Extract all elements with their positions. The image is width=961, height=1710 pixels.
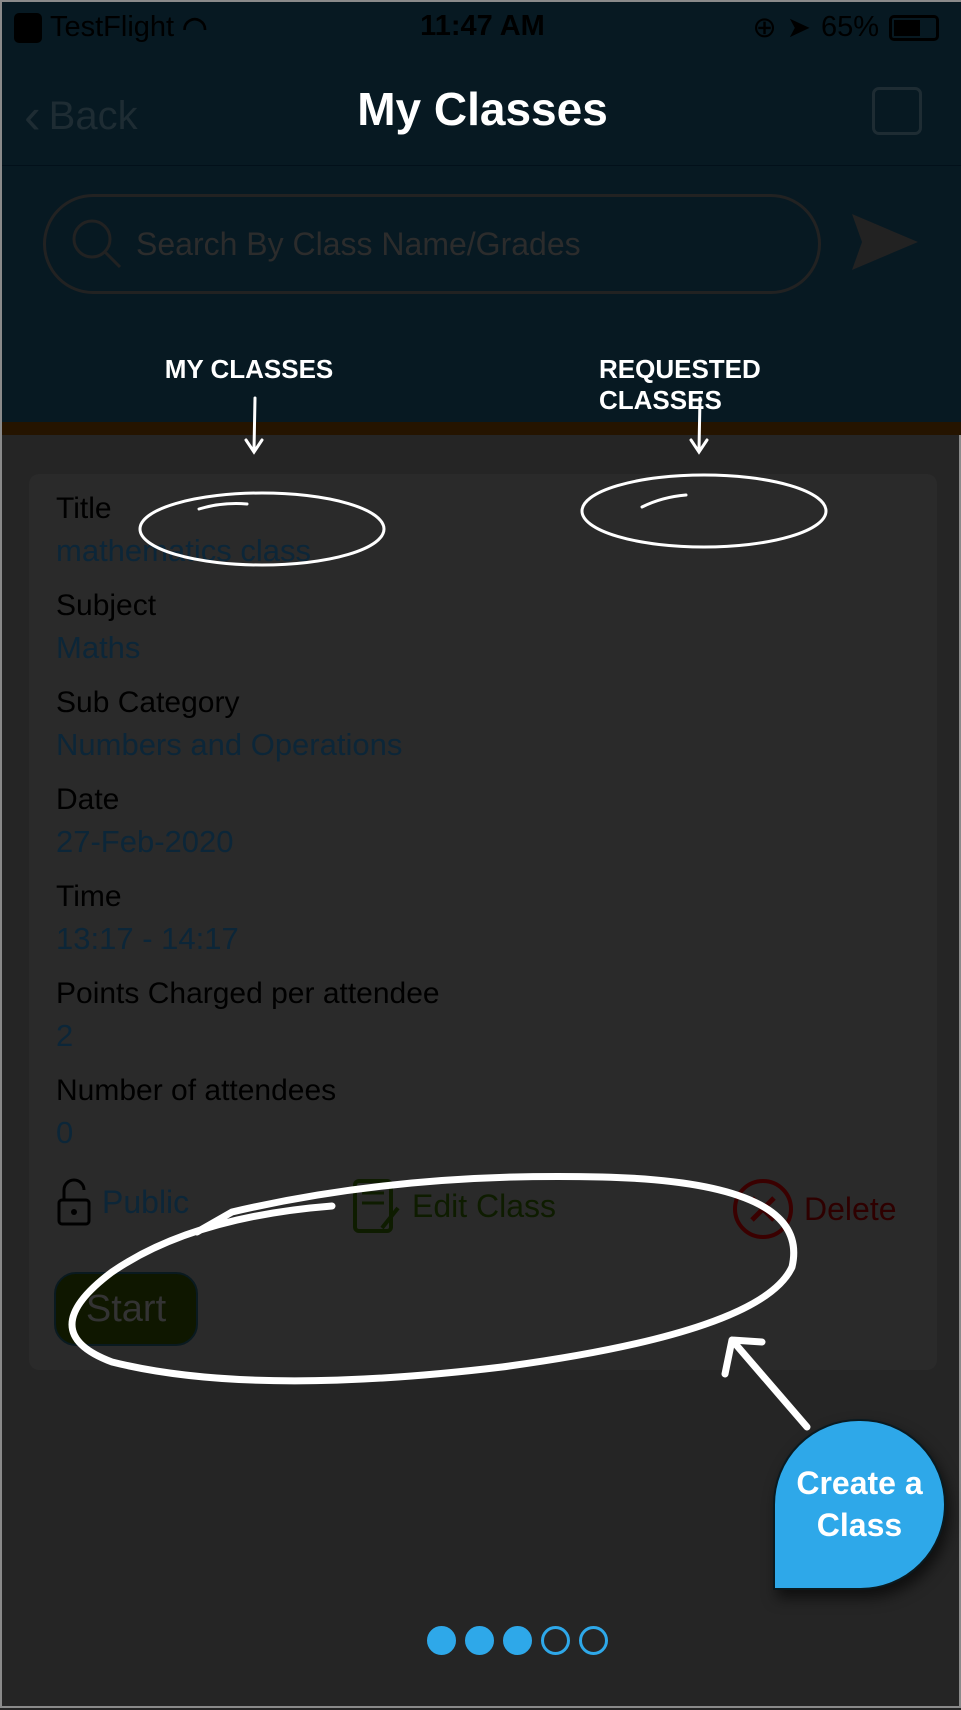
field-value: 2 xyxy=(56,1018,74,1053)
delete-x-icon xyxy=(733,1179,793,1239)
field-label: Time xyxy=(56,880,122,913)
edit-document-icon xyxy=(353,1179,400,1233)
field-value: Maths xyxy=(56,630,141,665)
location-icon: ➤ xyxy=(786,12,811,44)
delete-label: Delete xyxy=(804,1190,897,1227)
search-input[interactable] xyxy=(136,225,776,263)
delete-button[interactable]: Delete xyxy=(732,1178,897,1240)
calendar-icon[interactable] xyxy=(872,87,922,135)
battery-percent: 65% xyxy=(820,11,879,43)
page-dot[interactable] xyxy=(465,1626,494,1655)
field-label: Sub Category xyxy=(56,686,240,719)
battery-icon xyxy=(889,14,939,41)
tab-requested-classes[interactable]: REQUESTED CLASSES xyxy=(599,354,839,416)
field-value: Numbers and Operations xyxy=(56,727,403,762)
unlock-icon xyxy=(57,1178,91,1226)
page-dot[interactable] xyxy=(503,1626,532,1655)
page-dot[interactable] xyxy=(541,1626,570,1655)
callout-text: Class xyxy=(816,1506,903,1543)
field-value: 13:17 - 14:17 xyxy=(56,921,239,956)
start-button[interactable]: Start xyxy=(54,1272,198,1346)
visibility-toggle[interactable]: Public xyxy=(56,1178,189,1226)
tab-my-classes[interactable]: MY CLASSES xyxy=(165,354,334,385)
tab-indicator xyxy=(2,422,961,435)
page-dot[interactable] xyxy=(579,1626,608,1655)
send-icon[interactable] xyxy=(852,214,918,270)
orientation-lock-icon: ⊕ xyxy=(752,12,777,44)
search-field[interactable] xyxy=(43,194,821,294)
visibility-label: Public xyxy=(102,1183,190,1220)
field-value: 27-Feb-2020 xyxy=(56,824,234,859)
edit-class-label: Edit Class xyxy=(412,1187,557,1224)
field-label: Title xyxy=(56,492,112,525)
callout-text: Create a xyxy=(796,1464,923,1501)
field-value: 0 xyxy=(56,1115,74,1150)
status-right: ⊕ ➤ 65% xyxy=(752,10,939,45)
edit-class-button[interactable]: Edit Class xyxy=(352,1178,556,1234)
field-value: mathematics class xyxy=(56,533,311,568)
field-label: Subject xyxy=(56,589,157,622)
field-label: Date xyxy=(56,783,120,816)
page-title: My Classes xyxy=(357,83,608,135)
search-icon xyxy=(72,219,122,269)
nav-divider xyxy=(2,165,961,166)
field-label: Points Charged per attendee xyxy=(56,977,440,1010)
create-class-callout[interactable]: Create a Class xyxy=(773,1419,946,1590)
page-dot[interactable] xyxy=(427,1626,456,1655)
field-label: Number of attendees xyxy=(56,1074,337,1107)
page-indicator[interactable] xyxy=(427,1626,608,1655)
